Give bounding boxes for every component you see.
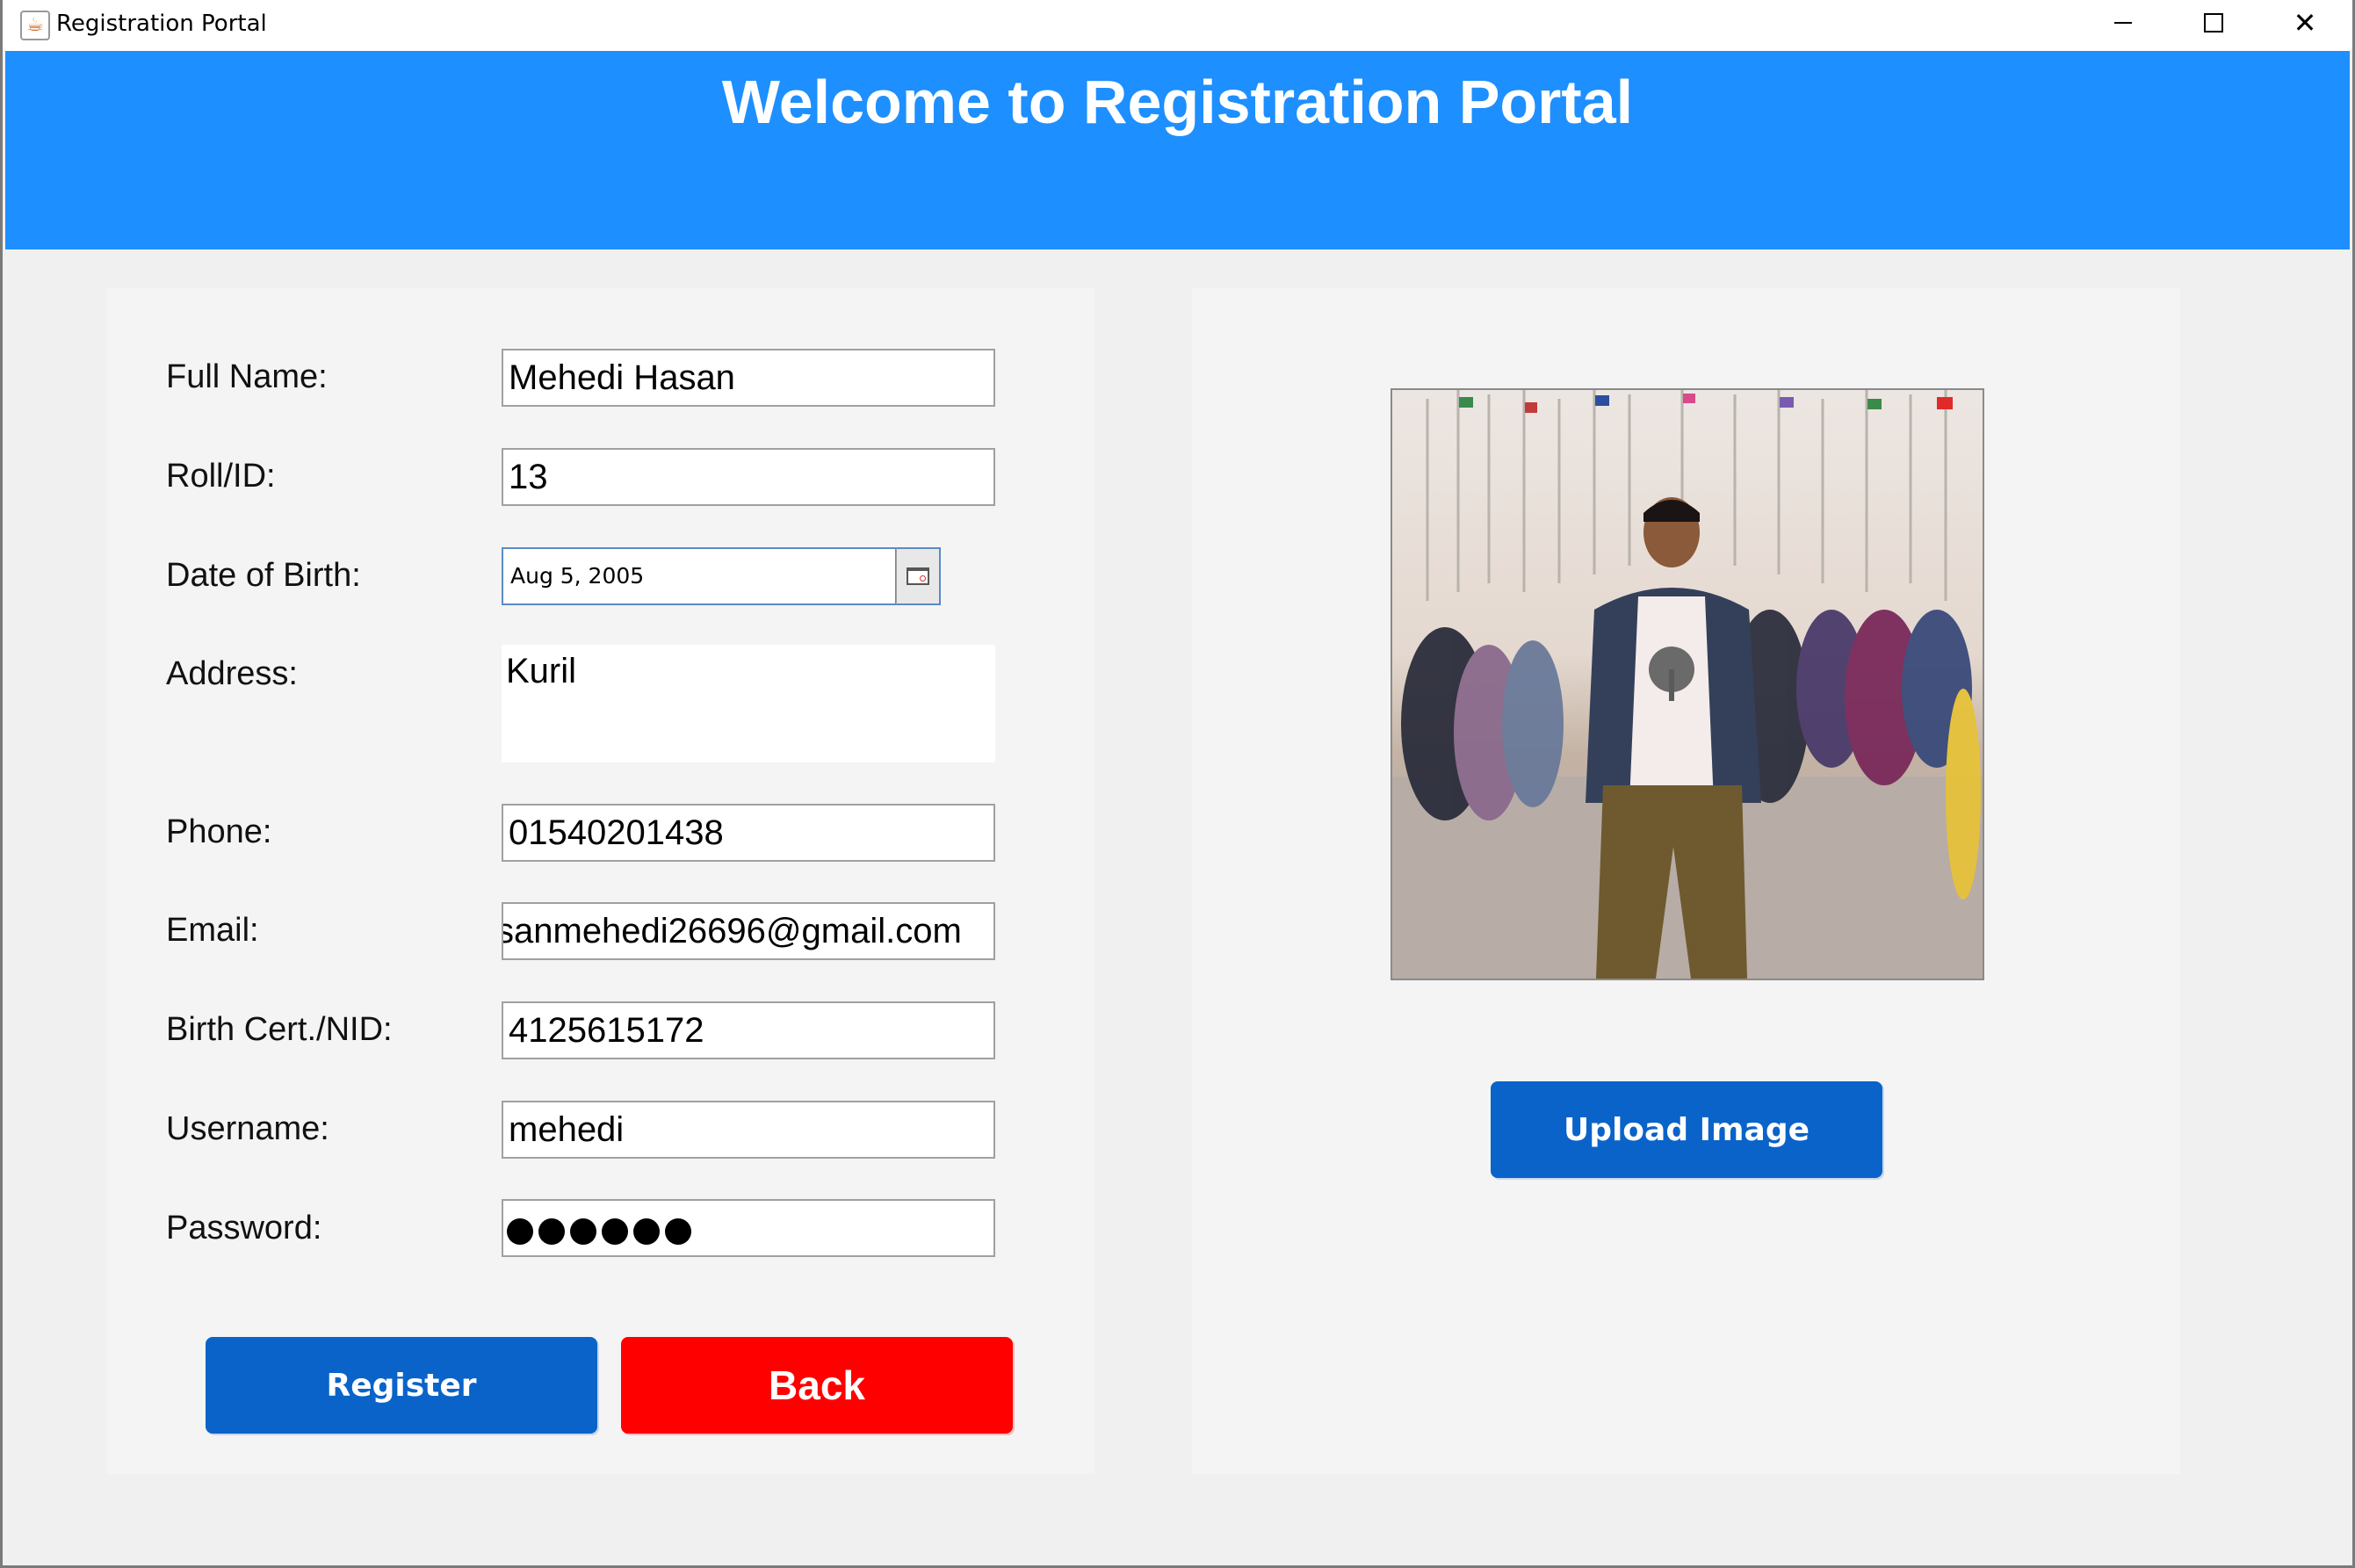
- password-dot: [538, 1218, 565, 1245]
- full-name-field[interactable]: Mehedi Hasan: [502, 349, 995, 407]
- upload-image-button[interactable]: Upload Image: [1491, 1081, 1882, 1178]
- roll-id-field[interactable]: 13: [502, 448, 995, 506]
- window-title: Registration Portal: [56, 11, 267, 37]
- password-label: Password:: [166, 1210, 322, 1246]
- header-banner: Welcome to Registration Portal: [5, 51, 2350, 249]
- phone-field[interactable]: 01540201438: [502, 804, 995, 862]
- password-dot: [570, 1218, 596, 1245]
- title-bar: ☕ Registration Portal ✕: [3, 0, 2352, 51]
- email-field[interactable]: sanmehedi26696@gmail.com: [502, 902, 995, 960]
- minimize-icon: [2114, 22, 2132, 24]
- address-label: Address:: [166, 655, 298, 692]
- nid-field[interactable]: 4125615172: [502, 1001, 995, 1059]
- java-app-icon: ☕: [20, 11, 50, 40]
- email-label: Email:: [166, 912, 259, 949]
- password-mask: [507, 1218, 691, 1245]
- app-window: ☕ Registration Portal ✕ Welcome to Regis…: [0, 0, 2355, 1568]
- phone-label: Phone:: [166, 813, 272, 850]
- back-button[interactable]: Back: [621, 1337, 1013, 1434]
- calendar-icon: [907, 567, 929, 585]
- register-button[interactable]: Register: [206, 1337, 597, 1434]
- close-button[interactable]: ✕: [2259, 0, 2351, 46]
- page-title: Welcome to Registration Portal: [721, 68, 1634, 136]
- password-dot: [665, 1218, 691, 1245]
- username-field[interactable]: mehedi: [502, 1101, 995, 1159]
- full-name-label: Full Name:: [166, 358, 328, 395]
- username-label: Username:: [166, 1110, 329, 1147]
- dob-field[interactable]: Aug 5, 2005: [502, 547, 897, 605]
- maximize-icon: [2204, 13, 2223, 33]
- profile-photo-image: [1392, 390, 1983, 979]
- close-icon: ✕: [2293, 6, 2317, 40]
- maximize-button[interactable]: [2168, 0, 2259, 46]
- password-dot: [602, 1218, 628, 1245]
- roll-id-label: Roll/ID:: [166, 458, 276, 495]
- profile-photo: [1391, 388, 1984, 980]
- minimize-button[interactable]: [2077, 0, 2169, 46]
- nid-label: Birth Cert./NID:: [166, 1011, 393, 1048]
- address-textarea[interactable]: Kuril: [502, 645, 995, 762]
- password-dot: [633, 1218, 660, 1245]
- date-picker-button[interactable]: [896, 547, 941, 605]
- password-field[interactable]: [502, 1199, 995, 1257]
- dob-label: Date of Birth:: [166, 557, 361, 594]
- password-dot: [507, 1218, 533, 1245]
